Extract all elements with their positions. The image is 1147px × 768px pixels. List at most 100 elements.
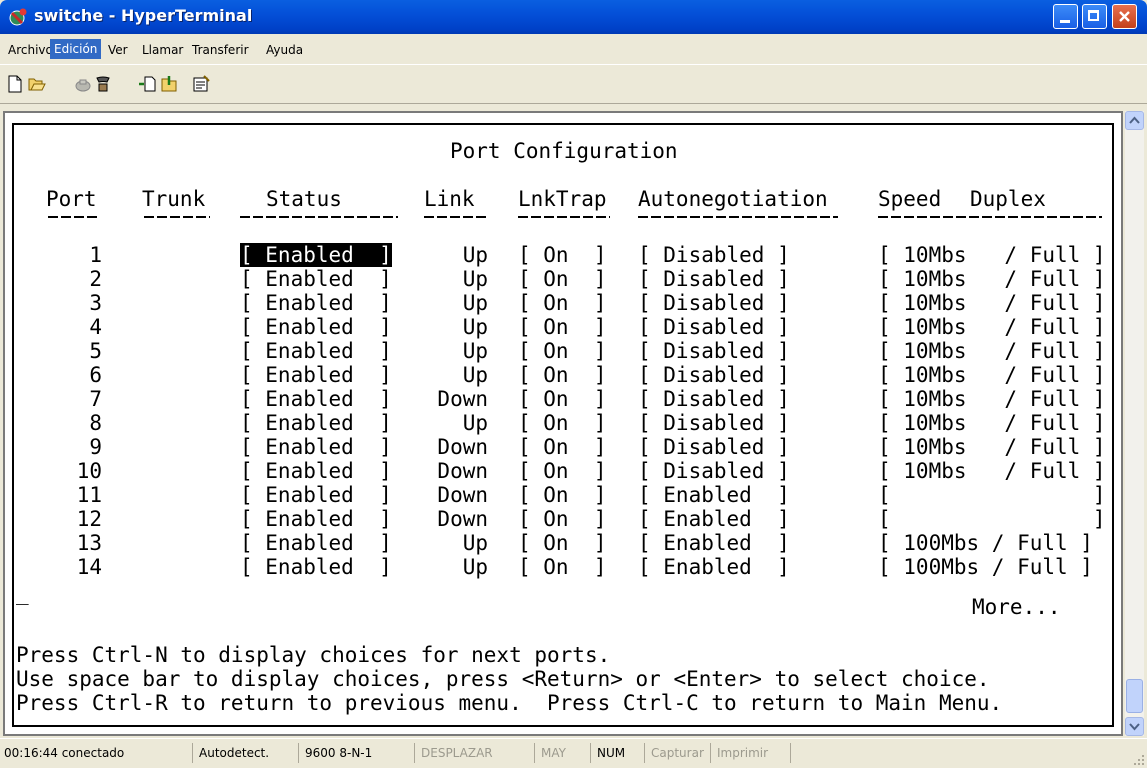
lnktrap-field[interactable]: [ On ] [518,339,607,363]
call-icon[interactable] [94,75,112,93]
terminal-screen[interactable]: Port Configuration Port Trunk Status Lin… [12,123,1114,727]
autonegotiation-field[interactable]: [ Disabled ] [638,363,790,387]
status-connected: 00:16:44 conectado [4,746,125,760]
resize-grip-icon[interactable] [1133,754,1145,766]
autonegotiation-field[interactable]: [ Disabled ] [638,435,790,459]
scroll-thumb[interactable] [1126,679,1143,713]
speed-duplex-field[interactable]: [ 100Mbs / Full ] [878,531,1093,555]
scroll-up-button[interactable] [1125,111,1144,130]
speed-duplex-field[interactable]: [ 10Mbs / Full ] [878,291,1106,315]
properties-icon[interactable] [192,75,210,93]
speed-duplex-field[interactable]: [ 10Mbs / Full ] [878,435,1106,459]
status-field[interactable]: [ Enabled ] [240,435,392,459]
disconnect-icon[interactable] [74,75,92,93]
autonegotiation-field[interactable]: [ Disabled ] [638,459,790,483]
lnktrap-field[interactable]: [ On ] [518,387,607,411]
status-field[interactable]: [ Enabled ] [240,387,392,411]
link-value: Up [462,363,488,387]
link-value: Down [437,435,488,459]
speed-duplex-field[interactable]: [ ] [878,483,1106,507]
link-value: Up [462,315,488,339]
lnktrap-field[interactable]: [ On ] [518,435,607,459]
open-icon[interactable] [28,75,46,93]
lnktrap-field[interactable]: [ On ] [518,555,607,579]
lnktrap-field[interactable]: [ On ] [518,411,607,435]
status-field[interactable]: [ Enabled ] [240,531,392,555]
port-number: 12 [76,507,102,531]
port-number: 14 [76,555,102,579]
col-lnktrap: LnkTrap [518,187,607,211]
title-bar[interactable]: switche - HyperTerminal [0,0,1147,34]
menu-ver[interactable]: Ver [104,41,132,59]
lnktrap-field[interactable]: [ On ] [518,459,607,483]
new-icon[interactable] [6,75,24,93]
lnktrap-field[interactable]: [ On ] [518,291,607,315]
speed-duplex-field[interactable]: [ 10Mbs / Full ] [878,315,1106,339]
menu-edicion[interactable]: Edición [50,39,102,59]
vertical-scrollbar[interactable] [1125,111,1144,736]
status-field[interactable]: [ Enabled ] [240,483,392,507]
status-caps: MAY [534,743,566,763]
col-autonegotiation: Autonegotiation [638,187,828,211]
autonegotiation-field[interactable]: [ Enabled ] [638,555,790,579]
autonegotiation-field[interactable]: [ Disabled ] [638,387,790,411]
receive-icon[interactable] [160,75,178,93]
autonegotiation-field[interactable]: [ Disabled ] [638,339,790,363]
scroll-down-button[interactable] [1125,717,1144,736]
status-field[interactable]: [ Enabled ] [240,363,392,387]
speed-duplex-field[interactable]: [ 10Mbs / Full ] [878,267,1106,291]
status-field[interactable]: [ Enabled ] [240,507,392,531]
lnktrap-field[interactable]: [ On ] [518,363,607,387]
lnktrap-field[interactable]: [ On ] [518,507,607,531]
link-value: Down [437,387,488,411]
autonegotiation-field[interactable]: [ Enabled ] [638,507,790,531]
minimize-button[interactable] [1053,4,1078,29]
send-icon[interactable] [138,75,156,93]
status-bar: 00:16:44 conectado Autodetect. 9600 8-N-… [0,738,1147,768]
col-port: Port [46,187,97,211]
speed-duplex-field[interactable]: [ 10Mbs / Full ] [878,387,1106,411]
autonegotiation-field[interactable]: [ Disabled ] [638,267,790,291]
status-field[interactable]: [ Enabled ] [240,339,392,363]
autonegotiation-field[interactable]: [ Disabled ] [638,315,790,339]
maximize-button[interactable] [1082,4,1107,29]
status-print: Imprimir [710,743,768,763]
chevron-down-icon [1129,723,1140,731]
autonegotiation-field[interactable]: [ Disabled ] [638,243,790,267]
terminal-window[interactable]: Port Configuration Port Trunk Status Lin… [3,111,1123,736]
speed-duplex-field[interactable]: [ ] [878,507,1106,531]
status-field[interactable]: [ Enabled ] [240,411,392,435]
speed-duplex-field[interactable]: [ 10Mbs / Full ] [878,339,1106,363]
port-number: 3 [89,291,102,315]
speed-duplex-field[interactable]: [ 10Mbs / Full ] [878,363,1106,387]
status-field[interactable]: [ Enabled ] [240,291,392,315]
link-value: Up [462,339,488,363]
menu-ayuda[interactable]: Ayuda [262,41,307,59]
status-field[interactable]: [ Enabled ] [240,555,392,579]
menu-llamar[interactable]: Llamar [138,41,187,59]
close-button[interactable] [1112,4,1137,29]
speed-duplex-field[interactable]: [ 10Mbs / Full ] [878,411,1106,435]
autonegotiation-field[interactable]: [ Disabled ] [638,291,790,315]
autonegotiation-field[interactable]: [ Enabled ] [638,531,790,555]
link-value: Down [437,459,488,483]
status-empty-panel [790,743,1147,763]
status-field[interactable]: [ Enabled ] [240,267,392,291]
status-field-selected[interactable]: [ Enabled ] [240,243,392,267]
lnktrap-field[interactable]: [ On ] [518,483,607,507]
help-line-3: Press Ctrl-R to return to previous menu.… [16,691,1003,715]
menu-transferir[interactable]: Transferir [188,41,253,59]
speed-duplex-field[interactable]: [ 100Mbs / Full ] [878,555,1093,579]
speed-duplex-field[interactable]: [ 10Mbs / Full ] [878,459,1106,483]
lnktrap-field[interactable]: [ On ] [518,267,607,291]
autonegotiation-field[interactable]: [ Disabled ] [638,411,790,435]
menu-archivo[interactable]: Archivo [4,41,57,59]
lnktrap-field[interactable]: [ On ] [518,531,607,555]
autonegotiation-field[interactable]: [ Enabled ] [638,483,790,507]
lnktrap-field[interactable]: [ On ] [518,243,607,267]
menu-bar: Archivo Edición Ver Llamar Transferir Ay… [0,34,1147,64]
status-field[interactable]: [ Enabled ] [240,315,392,339]
speed-duplex-field[interactable]: [ 10Mbs / Full ] [878,243,1106,267]
lnktrap-field[interactable]: [ On ] [518,315,607,339]
status-field[interactable]: [ Enabled ] [240,459,392,483]
